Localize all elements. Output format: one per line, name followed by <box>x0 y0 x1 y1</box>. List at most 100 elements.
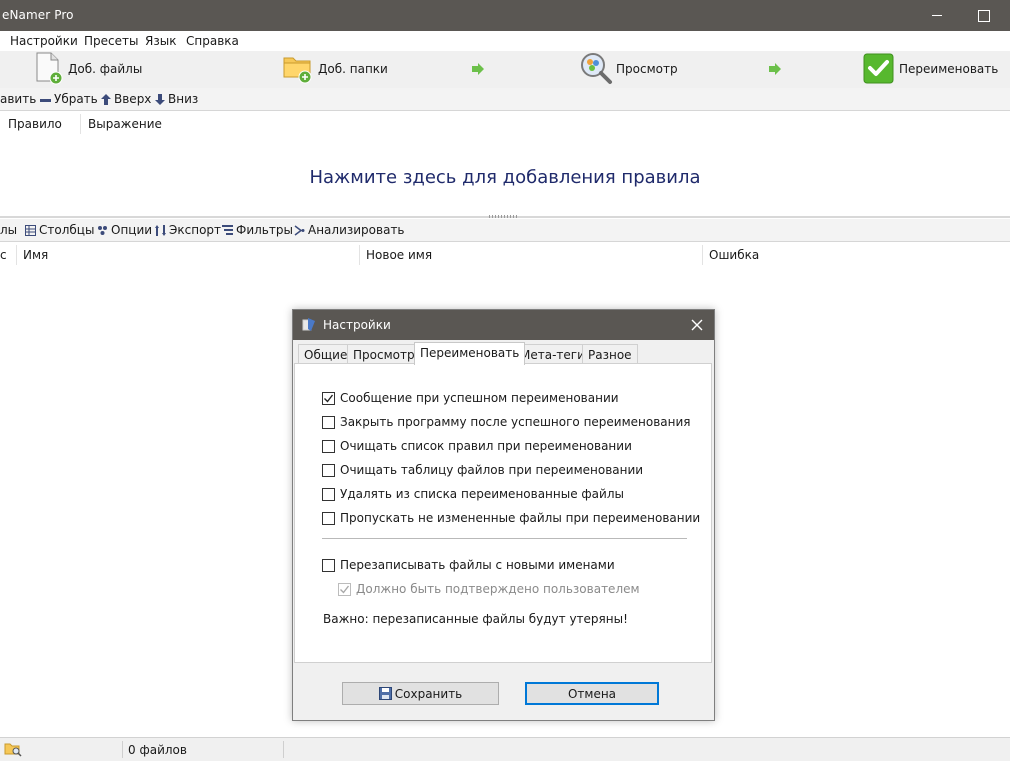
columns-icon <box>25 225 36 236</box>
minimize-button[interactable] <box>914 0 960 31</box>
save-button[interactable]: Сохранить <box>342 682 499 705</box>
export-button[interactable]: Экспорт <box>155 223 221 237</box>
checkbox[interactable] <box>322 512 335 525</box>
add-files-button[interactable]: Доб. файлы <box>34 51 144 88</box>
options-icon <box>98 226 107 235</box>
add-file-icon <box>36 52 63 85</box>
option-label: Удалять из списка переименованные файлы <box>340 487 624 501</box>
menu-settings[interactable]: Настройки <box>10 34 78 48</box>
filters-label: Фильтры <box>236 223 293 237</box>
status-separator <box>122 741 123 758</box>
splitter-grip[interactable] <box>489 215 519 218</box>
move-up-button[interactable]: Вверх <box>101 92 151 106</box>
column-separator <box>702 245 703 265</box>
window-title: eNamer Pro <box>2 8 74 22</box>
remove-rule-button[interactable]: Убрать <box>40 92 98 106</box>
files-column-error[interactable]: Ошибка <box>709 248 759 262</box>
app-icon <box>302 318 315 331</box>
main-toolbar: Доб. файлы Доб. папки Просмотр Переимено… <box>0 51 1010 88</box>
tab-misc[interactable]: Разное <box>582 344 638 364</box>
options-button[interactable]: Опции <box>97 223 152 237</box>
dialog-title-bar: Настройки <box>293 310 714 340</box>
move-down-label: Вниз <box>168 92 199 106</box>
floppy-disk-icon <box>378 687 392 700</box>
checkbox[interactable] <box>322 488 335 501</box>
column-separator <box>80 114 81 134</box>
tab-rename[interactable]: Переименовать <box>414 342 526 365</box>
menu-language[interactable]: Язык <box>145 34 176 48</box>
filters-button[interactable]: Фильтры <box>222 223 293 237</box>
arrow-down-icon <box>155 94 165 105</box>
folder-search-icon[interactable] <box>4 741 22 757</box>
minus-icon <box>40 99 51 102</box>
settings-dialog: Настройки Общие Просмотр Переименовать М… <box>292 309 715 721</box>
magnifier-icon <box>581 53 612 84</box>
maximize-button[interactable] <box>960 0 1006 31</box>
files-button[interactable]: лы <box>0 223 17 237</box>
filter-icon <box>222 225 233 235</box>
columns-button[interactable]: Столбцы <box>25 223 94 237</box>
option-label: Закрыть программу после успешного переим… <box>340 415 691 429</box>
arrow-up-icon <box>101 94 111 105</box>
arrow-right-icon <box>472 63 484 75</box>
add-folders-button[interactable]: Доб. папки <box>282 51 392 88</box>
analyze-button[interactable]: Анализировать <box>294 223 405 237</box>
remove-rule-label: Убрать <box>54 92 98 106</box>
menu-presets[interactable]: Пресеты <box>84 34 138 48</box>
check-icon <box>340 585 350 594</box>
files-column-state[interactable]: с <box>0 248 7 262</box>
add-rule-hint[interactable]: Нажмите здесь для добавления правила <box>0 167 1010 188</box>
rename-tab-panel: Сообщение при успешном переименовании За… <box>294 363 712 663</box>
save-button-label: Сохранить <box>394 687 463 701</box>
preview-button[interactable]: Просмотр <box>579 51 689 88</box>
check-icon <box>324 394 334 403</box>
file-count: 0 файлов <box>128 743 187 757</box>
move-down-button[interactable]: Вниз <box>155 92 198 106</box>
checkbox[interactable] <box>322 416 335 429</box>
rules-column-rule[interactable]: Правило <box>8 117 62 131</box>
checkbox[interactable] <box>322 464 335 477</box>
add-rule-button[interactable]: авить <box>0 92 36 106</box>
files-column-name[interactable]: Имя <box>23 248 48 262</box>
options-label: Опции <box>111 223 153 237</box>
tab-meta-tags[interactable]: Мета-теги <box>514 344 591 364</box>
option-label: Очищать таблицу файлов при переименовани… <box>340 463 644 477</box>
checkbox[interactable] <box>322 440 335 453</box>
option-label: Пропускать не измененные файлы при переи… <box>340 511 701 525</box>
add-files-label: Доб. файлы <box>68 62 143 76</box>
export-icon <box>155 225 166 236</box>
column-separator <box>16 245 17 265</box>
menu-help[interactable]: Справка <box>186 34 239 48</box>
checkbox <box>338 583 351 596</box>
status-bar: 0 файлов <box>0 737 1010 761</box>
option-label: Очищать список правил при переименовании <box>340 439 632 453</box>
title-bar: eNamer Pro <box>0 0 1010 31</box>
arrow-right-icon <box>769 63 781 75</box>
rules-list[interactable]: Правило Выражение Нажмите здесь для доба… <box>0 111 1010 217</box>
add-folders-label: Доб. папки <box>318 62 388 76</box>
tab-preview[interactable]: Просмотр <box>347 344 421 364</box>
cancel-button[interactable]: Отмена <box>525 682 659 705</box>
checkbox[interactable] <box>322 392 335 405</box>
files-toolbar: лы Столбцы Опции Экспорт Фильтры Анализи… <box>0 219 1010 242</box>
move-up-label: Вверх <box>114 92 152 106</box>
divider <box>322 538 687 539</box>
checkbox[interactable] <box>322 559 335 572</box>
rules-toolbar: авить Убрать Вверх Вниз <box>0 88 1010 111</box>
rules-column-expression[interactable]: Выражение <box>88 117 162 131</box>
files-column-new-name[interactable]: Новое имя <box>366 248 432 262</box>
dialog-title: Настройки <box>323 318 391 332</box>
option-label: Должно быть подтверждено пользователем <box>356 582 640 596</box>
preview-label: Просмотр <box>616 62 678 76</box>
close-icon[interactable] <box>689 317 705 333</box>
tab-general[interactable]: Общие <box>298 344 354 364</box>
rename-label: Переименовать <box>899 62 999 76</box>
overwrite-warning: Важно: перезаписанные файлы будут утерян… <box>323 612 628 626</box>
status-separator <box>283 741 284 758</box>
analyze-label: Анализировать <box>308 223 405 237</box>
option-label: Сообщение при успешном переименовании <box>340 391 619 405</box>
option-label: Перезаписывать файлы с новыми именами <box>340 558 615 572</box>
column-separator <box>359 245 360 265</box>
rename-button[interactable]: Переименовать <box>863 51 1003 88</box>
checkmark-icon <box>863 53 894 84</box>
